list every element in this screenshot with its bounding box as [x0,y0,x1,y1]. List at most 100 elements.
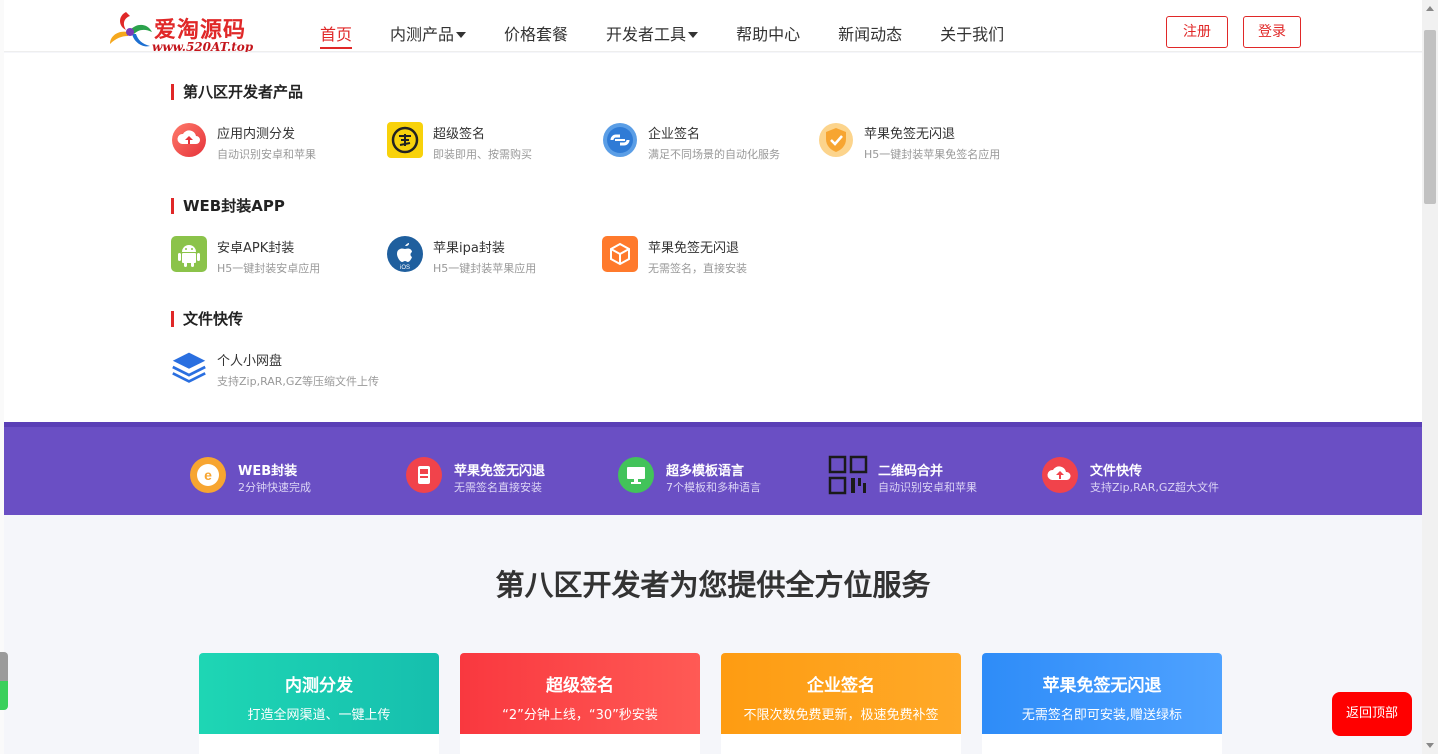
main-nav: 首页 内测产品 价格套餐 开发者工具 帮助中心 新闻动态 关于我们 [320,0,1042,52]
products-dropdown-menu: 第八区开发者产品 应用内测分发 自动识别安卓和苹果 超级签名 即装即用、按需购买… [4,53,1422,422]
card-header: 超级签名 “2”分钟上线，“30”秒安装 [460,653,700,734]
nav-help-label: 帮助中心 [736,25,801,44]
register-button[interactable]: 注册 [1166,16,1228,48]
feature-web-package[interactable]: e WEB封装 2分钟快速完成 [190,455,390,495]
logo-mark-icon [110,12,152,47]
card-title: 内测分发 [285,676,353,696]
services-title: 第八区开发者为您提供全方位服务 [495,568,931,602]
nav-news-label: 新闻动态 [838,25,903,44]
feature-strip: e WEB封装 2分钟快速完成 苹果免签无闪退 无需签名直接安装 超多模板语言 … [4,422,1422,515]
card-title: 企业签名 [807,676,875,696]
back-to-top-button[interactable]: 返回顶部 [1332,692,1412,736]
top-header: 爱淘源码 www.520AT.top 首页 内测产品 价格套餐 开发者工具 帮助… [4,0,1422,52]
product-name: 安卓APK封装 [217,241,295,256]
service-card-apple-no-sign[interactable]: 苹果免签无闪退 无需签名即可安装,赠送绿标 [982,653,1222,754]
package-box-icon [602,236,638,272]
monitor-icon [618,457,654,493]
caret-down-icon [688,32,699,38]
apple-ios-icon: iOS [387,236,423,272]
nav-home-label: 首页 [320,25,353,44]
product-app-distribution[interactable]: 应用内测分发 自动识别安卓和苹果 [171,122,381,164]
nav-about[interactable]: 关于我们 [940,0,1004,52]
feature-name: 二维码合并 [878,464,944,479]
product-personal-drive[interactable]: 个人小网盘 支持Zip,RAR,GZ等压缩文件上传 [171,349,381,391]
scroll-down-arrow-icon[interactable] [1426,743,1434,748]
product-apple-no-sign-wrap[interactable]: 苹果免签无闪退 无需签名，直接安装 [602,236,812,278]
product-name: 应用内测分发 [217,127,296,142]
caret-down-icon [456,32,467,38]
feature-name: 苹果免签无闪退 [454,464,546,479]
service-card-super-signature[interactable]: 超级签名 “2”分钟上线，“30”秒安装 [460,653,700,754]
feature-qr-merge[interactable]: 二维码合并 自动识别安卓和苹果 [828,455,1030,495]
product-desc: H5一键封装苹果免签名应用 [864,148,1001,161]
product-enterprise-signature[interactable]: 企业签名 满足不同场景的自动化服务 [602,122,812,164]
nav-help[interactable]: 帮助中心 [736,0,800,52]
product-name: 个人小网盘 [217,354,283,369]
side-float-tab[interactable] [0,652,8,710]
logo-url: www.520AT.top [152,40,254,52]
product-super-signature[interactable]: 超级签名 即装即用、按需购买 [387,122,597,164]
login-button[interactable]: 登录 [1243,16,1301,48]
feature-name: 文件快传 [1090,464,1143,479]
nav-about-label: 关于我们 [940,25,1005,44]
nav-dev-tools[interactable]: 开发者工具 [606,0,699,52]
nav-pricing-label: 价格套餐 [504,25,569,44]
upload-cloud-icon [172,123,206,157]
signature-seal-icon [387,122,423,158]
card-title: 超级签名 [546,676,614,696]
card-header: 企业签名 不限次数免费更新，极速免费补签 [721,653,961,734]
product-apple-ipa[interactable]: iOS 苹果ipa封装 H5一键封装苹果应用 [387,236,597,278]
shield-check-icon [819,123,853,157]
feature-desc: 支持Zip,RAR,GZ超大文件 [1090,481,1219,494]
feature-file-transfer[interactable]: 文件快传 支持Zip,RAR,GZ超大文件 [1042,455,1242,495]
nav-pricing[interactable]: 价格套餐 [504,0,568,52]
product-desc: 即装即用、按需购买 [433,148,532,161]
qr-code-icon [828,455,868,495]
feature-desc: 无需签名直接安装 [454,481,542,494]
cloud-upload-icon [1042,457,1078,493]
nav-home[interactable]: 首页 [320,0,353,52]
feature-name: WEB封装 [238,464,298,479]
product-desc: H5一键封装苹果应用 [433,262,537,275]
android-icon [171,236,207,272]
product-desc: 满足不同场景的自动化服务 [648,148,780,161]
feature-apple-no-sign[interactable]: 苹果免签无闪退 无需签名直接安装 [406,455,606,495]
feature-name: 超多模板语言 [666,464,745,479]
feature-templates[interactable]: 超多模板语言 7个模板和多种语言 [618,455,818,495]
web-package-icon: e [190,457,226,493]
service-card-beta-distribution[interactable]: 内测分发 打造全网渠道、一键上传 [199,653,439,754]
card-title: 苹果免签无闪退 [1042,676,1162,696]
product-desc: 无需签名，直接安装 [648,262,747,275]
card-desc: 无需签名即可安装,赠送绿标 [1021,708,1183,723]
nav-dev-tools-label: 开发者工具 [606,25,687,44]
feature-desc: 7个模板和多种语言 [666,481,761,494]
nav-news[interactable]: 新闻动态 [838,0,902,52]
product-name: 企业签名 [648,127,701,142]
nav-beta-products-label: 内测产品 [390,25,455,44]
product-apple-no-sign[interactable]: 苹果免签无闪退 H5一键封装苹果免签名应用 [818,122,1028,164]
svg-text:e: e [204,467,212,483]
product-desc: 支持Zip,RAR,GZ等压缩文件上传 [217,375,379,388]
section-title-dev-products: 第八区开发者产品 [171,83,303,101]
vertical-scrollbar[interactable] [1422,0,1438,754]
card-desc: 不限次数免费更新，极速免费补签 [743,708,939,723]
feature-desc: 2分钟快速完成 [238,481,311,494]
service-card-enterprise-signature[interactable]: 企业签名 不限次数免费更新，极速免费补签 [721,653,961,754]
product-android-apk[interactable]: 安卓APK封装 H5一键封装安卓应用 [171,236,381,278]
nav-beta-products[interactable]: 内测产品 [390,0,467,52]
product-desc: H5一键封装安卓应用 [217,262,321,275]
site-logo[interactable]: 爱淘源码 www.520AT.top [108,8,258,52]
svg-text:iOS: iOS [400,265,410,271]
product-name: 超级签名 [433,127,486,142]
product-name: 苹果免签无闪退 [648,241,740,256]
scrollbar-thumb[interactable] [1424,30,1436,204]
enterprise-link-icon [603,123,637,157]
phone-app-icon [406,457,442,493]
feature-desc: 自动识别安卓和苹果 [878,481,977,494]
product-desc: 自动识别安卓和苹果 [217,148,316,161]
layers-stack-icon [172,352,206,383]
card-desc: 打造全网渠道、一键上传 [247,708,391,723]
scroll-up-arrow-icon[interactable] [1426,6,1434,11]
product-name: 苹果ipa封装 [433,241,505,256]
section-title-file-transfer: 文件快传 [171,310,243,328]
